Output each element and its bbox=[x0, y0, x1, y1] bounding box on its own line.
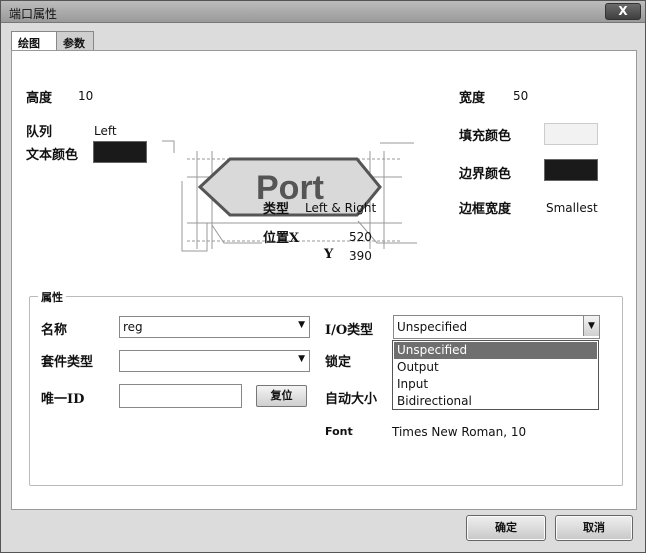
io-option-input[interactable]: Input bbox=[394, 376, 597, 393]
font-label: Font bbox=[325, 425, 353, 438]
text-color-label: 文本颜色 bbox=[26, 148, 79, 163]
autosize-label: 自动大小 bbox=[325, 392, 378, 407]
font-value[interactable]: Times New Roman, 10 bbox=[392, 425, 526, 439]
chevron-down-icon[interactable]: ▼ bbox=[583, 316, 599, 336]
width-value[interactable]: 50 bbox=[513, 89, 528, 103]
reset-button[interactable]: 复位 bbox=[256, 385, 307, 407]
io-type-label: I/O类型 bbox=[325, 323, 374, 338]
position-y-value[interactable]: 390 bbox=[349, 249, 372, 263]
position-x-label: 位置X bbox=[263, 231, 300, 246]
border-color-swatch[interactable] bbox=[544, 159, 598, 181]
border-width-label: 边框宽度 bbox=[459, 202, 512, 217]
position-y-label: Y bbox=[324, 247, 334, 262]
port-properties-dialog: 端口属性 X 参数 绘图的 高度 10 队列 Left 文本颜色 bbox=[0, 0, 646, 553]
chevron-down-icon: ▼ bbox=[298, 320, 305, 330]
part-type-label: 套件类型 bbox=[41, 355, 94, 370]
chevron-down-icon: ▼ bbox=[298, 354, 305, 364]
properties-group-title: 属性 bbox=[38, 289, 66, 305]
border-color-label: 边界颜色 bbox=[459, 167, 512, 182]
title-bar: 端口属性 X bbox=[1, 1, 645, 23]
fill-color-swatch[interactable] bbox=[544, 123, 598, 145]
type-label: 类型 bbox=[263, 202, 290, 217]
name-combo-value: reg bbox=[123, 320, 143, 334]
io-type-value: Unspecified bbox=[397, 320, 468, 334]
alignment-label: 队列 bbox=[26, 125, 53, 140]
io-type-select[interactable]: Unspecified ▼ bbox=[393, 315, 600, 339]
height-label: 高度 bbox=[26, 91, 53, 106]
ok-button[interactable]: 确定 bbox=[466, 515, 546, 541]
position-x-value[interactable]: 520 bbox=[349, 230, 372, 244]
unique-id-input[interactable] bbox=[119, 384, 242, 408]
window-title: 端口属性 bbox=[9, 7, 58, 21]
lock-label: 锁定 bbox=[325, 355, 352, 370]
width-label: 宽度 bbox=[459, 91, 486, 106]
tab-painting[interactable]: 绘图的 bbox=[11, 31, 57, 66]
io-option-output[interactable]: Output bbox=[394, 359, 597, 376]
io-type-dropdown-list: Unspecified Output Input Bidirectional bbox=[392, 340, 599, 410]
io-option-bidirectional[interactable]: Bidirectional bbox=[394, 393, 597, 410]
name-combo[interactable]: reg ▼ bbox=[119, 316, 310, 338]
height-value[interactable]: 10 bbox=[78, 89, 93, 103]
close-button[interactable]: X bbox=[605, 3, 641, 20]
border-width-value[interactable]: Smallest bbox=[546, 201, 598, 215]
type-value[interactable]: Left & Right bbox=[305, 201, 376, 215]
part-type-combo[interactable]: ▼ bbox=[119, 350, 310, 372]
tab-panel: 高度 10 队列 Left 文本颜色 Port 类型 Left & Right … bbox=[11, 50, 637, 510]
unique-id-label: 唯一ID bbox=[41, 392, 85, 407]
tab-parameters[interactable]: 参数 bbox=[56, 31, 94, 50]
cancel-button[interactable]: 取消 bbox=[555, 515, 633, 541]
alignment-value[interactable]: Left bbox=[94, 124, 117, 138]
io-option-unspecified[interactable]: Unspecified bbox=[394, 342, 597, 359]
text-color-swatch[interactable] bbox=[93, 141, 147, 163]
fill-color-label: 填充颜色 bbox=[459, 129, 512, 144]
name-label: 名称 bbox=[41, 323, 68, 338]
